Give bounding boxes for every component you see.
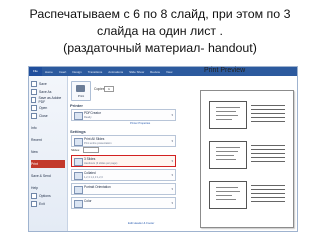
printer-heading: Printer bbox=[70, 103, 83, 108]
edit-header-footer-link[interactable]: Edit Header & Footer bbox=[128, 221, 154, 225]
layout-option: 3 Slides bbox=[84, 157, 96, 161]
collate-icon bbox=[74, 172, 83, 180]
menu-save-label: Save bbox=[39, 82, 47, 86]
menu-options[interactable]: Options bbox=[31, 192, 65, 200]
print-button[interactable]: Print bbox=[71, 81, 91, 101]
menu-open[interactable]: Open bbox=[31, 104, 65, 112]
pdf-icon bbox=[31, 97, 37, 103]
tab-review[interactable]: Review bbox=[147, 70, 163, 74]
save-icon bbox=[31, 81, 37, 87]
chevron-down-icon: ▾ bbox=[171, 187, 173, 191]
tab-slide-show[interactable]: Slide Show bbox=[126, 70, 147, 74]
handout-slide-2 bbox=[209, 141, 247, 169]
collated-option: Collated bbox=[84, 171, 96, 175]
settings-heading: Settings bbox=[70, 129, 86, 134]
menu-save-as-pdf[interactable]: Save as Adobe PDF bbox=[31, 96, 65, 104]
printer-name: PDFCreator bbox=[84, 111, 102, 115]
chevron-down-icon: ▾ bbox=[171, 113, 173, 117]
menu-save-as-label: Save As bbox=[39, 90, 52, 94]
menu-print[interactable]: Print bbox=[31, 160, 65, 168]
printer-icon bbox=[76, 85, 85, 92]
menu-open-label: Open bbox=[39, 106, 48, 110]
print-preview-label: Print Preview bbox=[204, 67, 246, 74]
color-option: Color bbox=[84, 199, 92, 203]
handout-slide-1 bbox=[209, 101, 247, 129]
chevron-down-icon: ▾ bbox=[171, 139, 173, 143]
folder-icon bbox=[31, 105, 37, 111]
tab-animations[interactable]: Animations bbox=[105, 70, 126, 74]
slides-range-select[interactable]: Print All Slides Print entire presentati… bbox=[71, 135, 176, 147]
collated-desc: 1,2,3 1,2,3 1,2,3 bbox=[84, 175, 103, 179]
slides-option-desc: Print entire presentation bbox=[84, 141, 112, 145]
orientation-icon bbox=[74, 186, 83, 194]
tab-file[interactable]: File bbox=[29, 67, 42, 76]
layout-option-desc: Handouts (3 slides per page) bbox=[84, 161, 118, 165]
menu-info[interactable]: Info bbox=[31, 124, 65, 132]
close-icon bbox=[31, 113, 37, 119]
chevron-down-icon: ▾ bbox=[171, 159, 173, 163]
printer-properties-link[interactable]: Printer Properties bbox=[130, 122, 150, 125]
menu-help-label: Help bbox=[31, 186, 38, 190]
slides-row: Slides: bbox=[71, 147, 101, 153]
menu-options-label: Options bbox=[39, 194, 51, 198]
handout-layout-select[interactable]: 3 Slides Handouts (3 slides per page) ▾ bbox=[71, 155, 176, 167]
menu-save[interactable]: Save bbox=[31, 80, 65, 88]
slides-option: Print All Slides bbox=[84, 137, 105, 141]
menu-save-send[interactable]: Save & Send bbox=[31, 172, 65, 180]
menu-recent-label: Recent bbox=[31, 138, 42, 142]
slide-title: Распечатываем с 6 по 8 слайд, при этом п… bbox=[0, 6, 320, 57]
preview-page bbox=[200, 90, 294, 228]
menu-exit-label: Exit bbox=[39, 202, 45, 206]
exit-icon bbox=[31, 201, 37, 207]
printer-icon bbox=[74, 112, 83, 120]
printer-status: Ready bbox=[84, 115, 92, 119]
title-line-3: (раздаточный материал- handout) bbox=[63, 41, 257, 55]
title-line-2: слайда на один лист . bbox=[97, 24, 223, 38]
tab-view[interactable]: View bbox=[163, 70, 175, 74]
chevron-down-icon: ▾ bbox=[171, 201, 173, 205]
orientation-select[interactable]: Portrait Orientation ▾ bbox=[71, 183, 176, 195]
printer-select[interactable]: PDFCreator Ready ▾ bbox=[71, 109, 176, 121]
handout-slide-3 bbox=[209, 181, 247, 209]
backstage-menu: Save Save As Save as Adobe PDF Open Clos… bbox=[29, 76, 68, 231]
tab-insert[interactable]: Insert bbox=[56, 70, 70, 74]
menu-save-send-label: Save & Send bbox=[31, 174, 51, 178]
slides-input[interactable] bbox=[82, 147, 99, 153]
options-icon bbox=[31, 193, 37, 199]
menu-close[interactable]: Close bbox=[31, 112, 65, 120]
menu-new[interactable]: New bbox=[31, 148, 65, 156]
collation-select[interactable]: Collated 1,2,3 1,2,3 1,2,3 ▾ bbox=[71, 169, 176, 181]
print-settings-panel: Print Copies: 1 Printer PDFCreator Ready… bbox=[68, 79, 178, 229]
slides-label: Slides: bbox=[71, 147, 81, 152]
menu-recent[interactable]: Recent bbox=[31, 136, 65, 144]
print-button-label: Print bbox=[77, 94, 85, 98]
color-select[interactable]: Color ▾ bbox=[71, 197, 176, 209]
save-as-icon bbox=[31, 89, 37, 95]
handout-icon bbox=[74, 158, 83, 166]
menu-save-as-pdf-label: Save as Adobe PDF bbox=[38, 96, 62, 104]
color-icon bbox=[74, 200, 83, 208]
copies-input[interactable]: 1 bbox=[104, 86, 114, 92]
menu-close-label: Close bbox=[39, 114, 48, 118]
tab-transitions[interactable]: Transitions bbox=[85, 70, 106, 74]
tab-design[interactable]: Design bbox=[69, 70, 84, 74]
title-line-1: Распечатываем с 6 по 8 слайд, при этом п… bbox=[29, 7, 291, 21]
orientation-option: Portrait Orientation bbox=[84, 185, 111, 189]
ribbon-tabs: File Home Insert Design Transitions Anim… bbox=[29, 67, 297, 76]
tab-home[interactable]: Home bbox=[42, 70, 56, 74]
menu-help[interactable]: Help bbox=[31, 184, 65, 192]
menu-save-as[interactable]: Save As bbox=[31, 88, 65, 96]
menu-info-label: Info bbox=[31, 126, 37, 130]
chevron-down-icon: ▾ bbox=[171, 173, 173, 177]
slides-icon bbox=[74, 138, 83, 146]
menu-print-label: Print bbox=[31, 162, 38, 166]
menu-exit[interactable]: Exit bbox=[31, 200, 65, 208]
menu-new-label: New bbox=[31, 150, 38, 154]
